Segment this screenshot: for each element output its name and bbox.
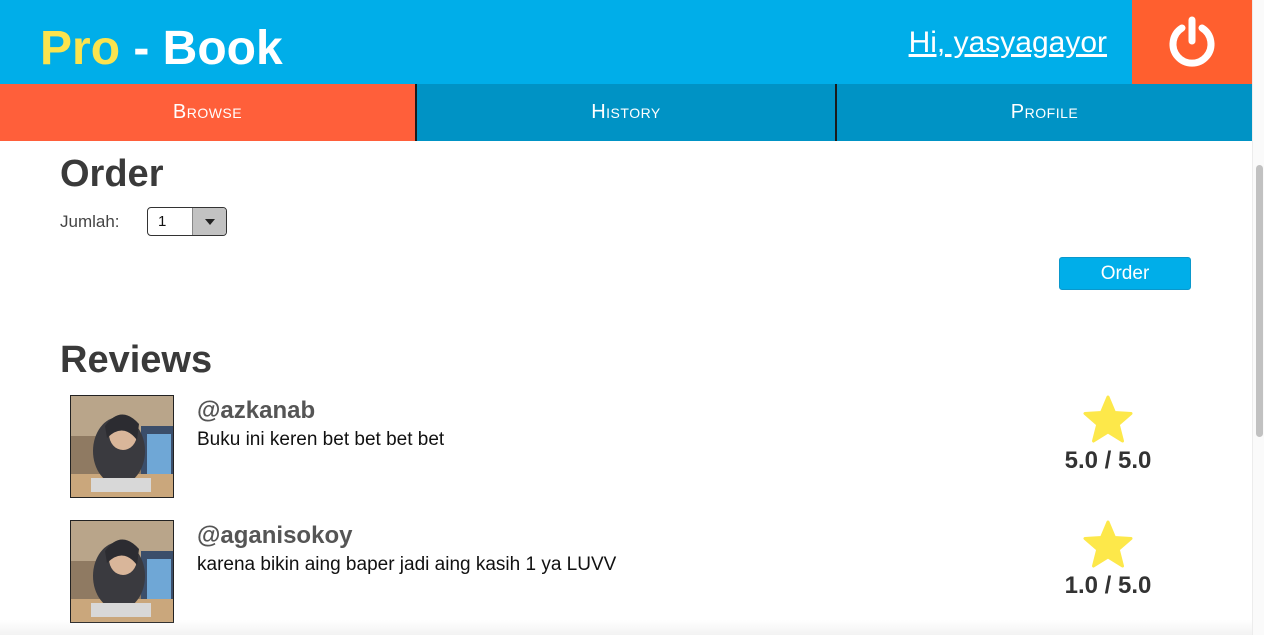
review-username: @aganisokoy — [197, 522, 353, 549]
review-rating: 5.0 / 5.0 — [1060, 395, 1156, 475]
tab-browse[interactable]: Browse — [0, 84, 415, 141]
review-comment: karena bikin aing baper jadi aing kasih … — [197, 554, 617, 575]
review-rating: 1.0 / 5.0 — [1060, 520, 1156, 600]
bottom-shadow — [0, 620, 1252, 635]
avatar — [70, 395, 174, 498]
app-header: Pro - Book Hi, yasyagayor — [0, 0, 1252, 84]
logo-pro-text: Pro — [40, 22, 121, 75]
star-icon — [1083, 395, 1133, 443]
quantity-select[interactable]: 1 — [147, 207, 227, 236]
logout-button[interactable] — [1132, 0, 1252, 84]
review-score: 5.0 / 5.0 — [1064, 447, 1152, 474]
review-item: @azkanab Buku ini keren bet bet bet bet … — [70, 395, 1180, 499]
app-logo: Pro - Book — [40, 22, 283, 76]
main-nav: Browse History Profile — [0, 84, 1252, 141]
quantity-value: 1 — [158, 213, 167, 230]
star-icon — [1083, 520, 1133, 568]
reviews-heading: Reviews — [60, 339, 213, 381]
power-icon — [1169, 16, 1215, 67]
tab-history[interactable]: History — [415, 84, 835, 141]
user-greeting-link[interactable]: Hi, yasyagayor — [909, 25, 1107, 61]
review-comment: Buku ini keren bet bet bet bet — [197, 429, 445, 450]
order-heading: Order — [60, 153, 164, 195]
vertical-scrollbar[interactable] — [1252, 0, 1264, 635]
chevron-down-icon — [192, 208, 226, 235]
avatar — [70, 520, 174, 623]
tab-profile[interactable]: Profile — [835, 84, 1252, 141]
logo-book-text: - Book — [120, 22, 283, 75]
quantity-label: Jumlah: — [60, 212, 120, 231]
review-username: @azkanab — [197, 397, 316, 424]
review-item: @aganisokoy karena bikin aing baper jadi… — [70, 520, 1180, 624]
review-score: 1.0 / 5.0 — [1064, 572, 1152, 599]
order-button[interactable]: Order — [1059, 257, 1191, 290]
scrollbar-thumb[interactable] — [1256, 165, 1263, 437]
